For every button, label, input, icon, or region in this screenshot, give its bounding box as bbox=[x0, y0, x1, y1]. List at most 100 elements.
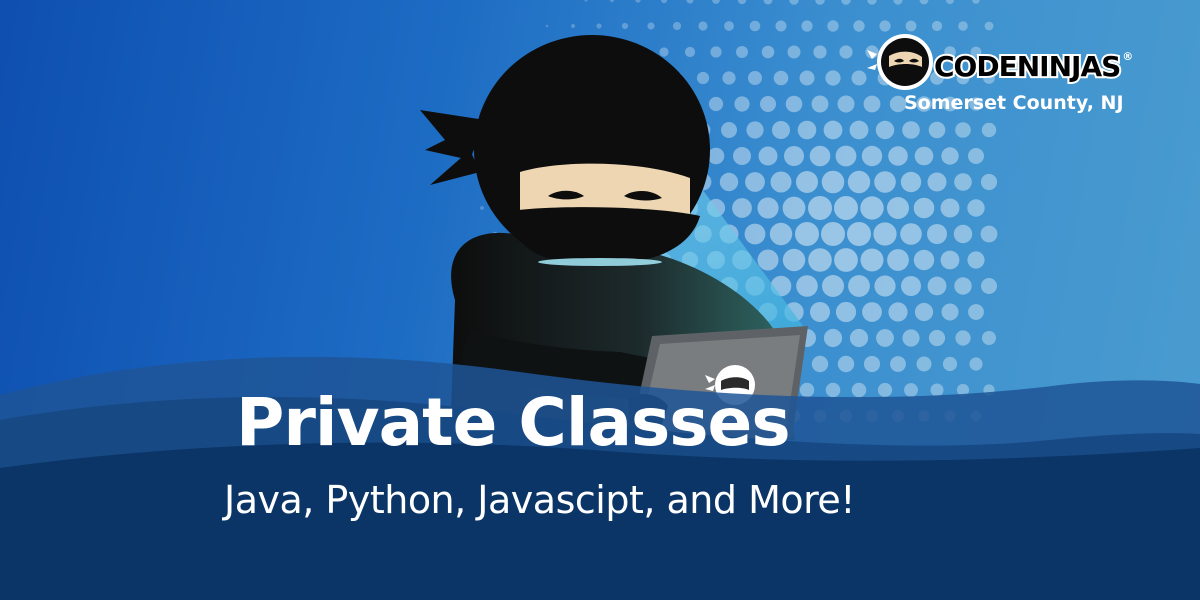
halftone-dot bbox=[980, 173, 998, 191]
halftone-dot bbox=[784, 146, 804, 166]
halftone-dot bbox=[849, 328, 869, 348]
halftone-dot bbox=[732, 198, 752, 218]
halftone-dot bbox=[775, 20, 787, 32]
halftone-dot bbox=[811, 355, 829, 373]
logo-word-code: CODE bbox=[932, 48, 1020, 85]
halftone-dot bbox=[954, 173, 972, 191]
halftone-dot bbox=[860, 248, 884, 272]
halftone-dot bbox=[905, 20, 917, 32]
halftone-dot bbox=[571, 24, 575, 28]
halftone-dot bbox=[893, 0, 903, 5]
halftone-dot bbox=[660, 0, 668, 4]
halftone-dot bbox=[782, 248, 806, 272]
halftone-dot bbox=[797, 120, 817, 140]
halftone-dot bbox=[772, 121, 790, 139]
halftone-dot bbox=[927, 172, 947, 192]
halftone-dot bbox=[848, 275, 870, 297]
halftone-dot bbox=[928, 329, 946, 347]
halftone-dot bbox=[734, 96, 750, 112]
halftone-dot bbox=[724, 21, 734, 31]
halftone-dot bbox=[902, 329, 920, 347]
registered-mark: ® bbox=[1122, 50, 1133, 63]
halftone-dot bbox=[799, 382, 815, 398]
halftone-dot bbox=[647, 22, 655, 30]
halftone-dot bbox=[879, 20, 891, 32]
halftone-dot bbox=[863, 355, 881, 373]
halftone-dot bbox=[914, 302, 934, 322]
halftone-dot bbox=[968, 148, 984, 164]
halftone-dot bbox=[821, 170, 845, 194]
halftone-dot bbox=[981, 122, 997, 138]
halftone-dot bbox=[749, 20, 761, 32]
halftone-dot bbox=[945, 0, 955, 5]
halftone-dot bbox=[757, 197, 779, 219]
halftone-dot bbox=[860, 196, 884, 220]
halftone-dot bbox=[913, 197, 935, 219]
halftone-dot bbox=[825, 382, 841, 398]
halftone-dot bbox=[808, 248, 832, 272]
halftone-dot bbox=[684, 46, 696, 58]
halftone-dot bbox=[719, 172, 739, 192]
halftone-dot bbox=[927, 276, 947, 296]
halftone-dot bbox=[787, 45, 801, 59]
halftone-dot bbox=[887, 249, 909, 271]
halftone-dot bbox=[913, 249, 935, 271]
halftone-dot bbox=[953, 224, 973, 244]
halftone-dot bbox=[888, 146, 908, 166]
halftone-dot bbox=[698, 21, 708, 31]
halftone-dot bbox=[841, 0, 851, 5]
halftone-dot bbox=[834, 248, 858, 272]
halftone-dot bbox=[710, 46, 722, 58]
halftone-dot bbox=[874, 275, 896, 297]
halftone-dot bbox=[827, 20, 839, 32]
halftone-dot bbox=[789, 0, 799, 5]
halftone-dot bbox=[972, 0, 980, 4]
halftone-dot bbox=[874, 171, 896, 193]
halftone-dot bbox=[712, 0, 720, 4]
halftone-dot bbox=[707, 147, 725, 165]
halftone-dot bbox=[890, 356, 906, 372]
halftone-dot bbox=[769, 222, 793, 246]
halftone-dot bbox=[928, 121, 946, 139]
halftone-dot bbox=[672, 21, 682, 31]
halftone-dot bbox=[837, 95, 855, 113]
halftone-dot bbox=[796, 171, 818, 193]
halftone-dot bbox=[851, 382, 867, 398]
halftone-dot bbox=[621, 22, 629, 30]
halftone-dot bbox=[851, 70, 867, 86]
halftone-dot bbox=[862, 302, 882, 322]
halftone-dot bbox=[982, 331, 996, 345]
halftone-dot bbox=[736, 46, 748, 58]
halftone-dot bbox=[887, 197, 909, 219]
halftone-dot bbox=[822, 275, 844, 297]
halftone-dot bbox=[811, 95, 829, 113]
halftone-dot bbox=[901, 276, 921, 296]
halftone-dot bbox=[849, 120, 869, 140]
halftone-dot bbox=[815, 0, 825, 5]
halftone-dot bbox=[708, 96, 724, 112]
logo-word-ninjas: NINJAS bbox=[1015, 48, 1124, 85]
halftone-dot bbox=[584, 0, 588, 2]
halftone-dot bbox=[782, 196, 806, 220]
halftone-dot bbox=[981, 278, 997, 294]
halftone-dot bbox=[835, 301, 857, 323]
halftone-dot bbox=[916, 356, 932, 372]
halftone-dot bbox=[877, 382, 893, 398]
halftone-dot bbox=[635, 0, 641, 3]
halftone-dot bbox=[596, 23, 602, 29]
halftone-dot bbox=[760, 96, 776, 112]
headline-title: Private Classes bbox=[236, 384, 791, 461]
halftone-dot bbox=[796, 275, 818, 297]
halftone-dot bbox=[839, 45, 853, 59]
halftone-dot bbox=[904, 383, 918, 397]
halftone-dot bbox=[888, 302, 908, 322]
halftone-dot bbox=[867, 0, 877, 5]
halftone-dot bbox=[799, 70, 815, 86]
halftone-dot bbox=[823, 328, 843, 348]
halftone-dot bbox=[980, 225, 998, 243]
halftone-dot bbox=[941, 147, 959, 165]
halftone-dot bbox=[825, 70, 841, 86]
halftone-dot bbox=[722, 71, 736, 85]
halftone-dot bbox=[967, 199, 985, 217]
halftone-dot bbox=[821, 222, 845, 246]
